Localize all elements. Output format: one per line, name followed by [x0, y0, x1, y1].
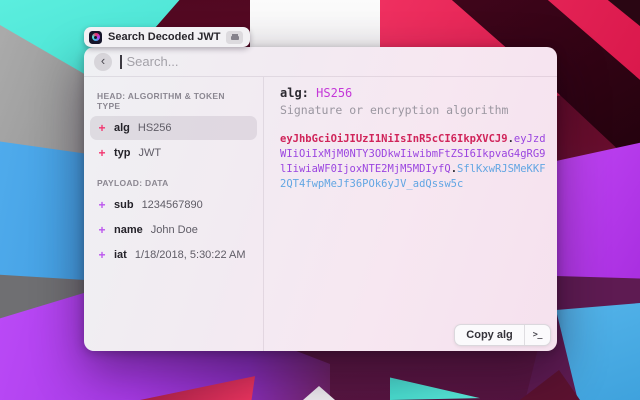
list-item-value: 1234567890	[142, 199, 203, 211]
detail-subtitle: Signature or encryption algorithm	[280, 103, 549, 117]
list-item-value: JWT	[139, 147, 162, 159]
plus-icon: +	[98, 146, 106, 160]
list-item-key: typ	[114, 147, 131, 159]
actions-shortcut-button[interactable]: >_	[525, 325, 550, 345]
detail-title: alg: HS256	[280, 86, 549, 100]
jwt-token-header: eyJhbGciOiJIUzI1NiIsInR5cCI6IkpXVCJ9	[280, 133, 508, 145]
detail-key: alg:	[280, 86, 309, 100]
result-list: HEAD: ALGORITHM & TOKEN TYPE + alg HS256…	[84, 77, 264, 351]
window-body: HEAD: ALGORITHM & TOKEN TYPE + alg HS256…	[84, 77, 557, 351]
search-bar: ‹ Search...	[84, 47, 557, 77]
list-item-name[interactable]: + name John Doe	[90, 218, 257, 242]
chevron-left-icon: ‹	[101, 54, 105, 67]
list-item-key: alg	[114, 122, 130, 134]
plus-icon: +	[98, 223, 106, 237]
copy-alg-button[interactable]: Copy alg	[455, 325, 523, 345]
detail-panel: alg: HS256 Signature or encryption algor…	[264, 77, 557, 351]
list-item-iat[interactable]: + iat 1/18/2018, 5:30:22 AM	[90, 243, 257, 267]
terminal-prompt-icon: >_	[533, 330, 542, 340]
wallpaper-shape-purple-right	[556, 140, 640, 280]
list-item-sub[interactable]: + sub 1234567890	[90, 193, 257, 217]
list-item-value: 1/18/2018, 5:30:22 AM	[135, 249, 246, 261]
jwt-decoder-window: ‹ Search... HEAD: ALGORITHM & TOKEN TYPE…	[84, 47, 557, 351]
pin-button[interactable]	[226, 31, 243, 44]
text-cursor	[120, 55, 122, 69]
action-button-group[interactable]: Copy alg >_	[454, 324, 551, 346]
command-tab-title: Search Decoded JWT	[108, 31, 220, 43]
plus-icon: +	[98, 248, 106, 262]
list-item-alg[interactable]: + alg HS256	[90, 116, 257, 140]
list-item-value: John Doe	[151, 224, 198, 236]
pin-icon	[231, 36, 239, 40]
command-tab[interactable]: Search Decoded JWT	[84, 27, 250, 47]
plus-icon: +	[98, 198, 106, 212]
detail-value: HS256	[316, 86, 352, 100]
jwt-extension-icon	[89, 31, 102, 44]
list-item-key: sub	[114, 199, 134, 211]
section-header-head: HEAD: ALGORITHM & TOKEN TYPE	[97, 91, 250, 111]
jwt-token-text: eyJhbGciOiJIUzI1NiIsInR5cCI6IkpXVCJ9.eyJ…	[280, 132, 549, 192]
list-item-key: name	[114, 224, 143, 236]
back-button[interactable]: ‹	[94, 53, 112, 71]
section-header-payload: PAYLOAD: DATA	[97, 178, 250, 188]
plus-icon: +	[98, 121, 106, 135]
list-item-typ[interactable]: + typ JWT	[90, 141, 257, 165]
list-item-key: iat	[114, 249, 127, 261]
search-input[interactable]: Search...	[127, 54, 179, 69]
list-item-value: HS256	[138, 122, 172, 134]
